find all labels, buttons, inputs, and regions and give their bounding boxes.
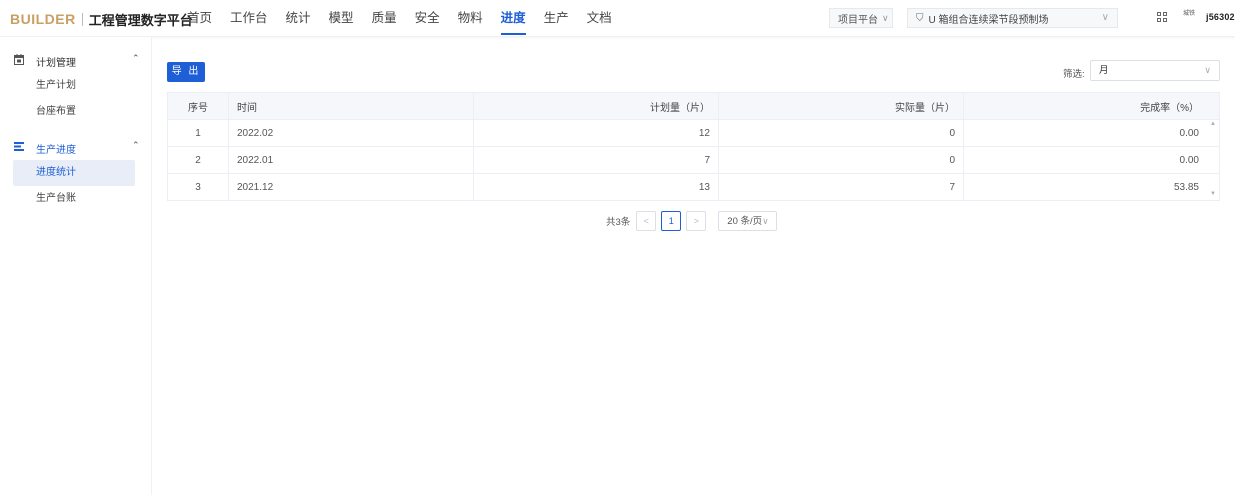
nav-item-home[interactable]: 首页 [178, 0, 221, 37]
page-size-value: 20 条/页 [727, 216, 763, 227]
sidebar: 计划管理 ⌃ 生产计划 台座布置 生产进度 ⌃ 进度统计 生产台账 [0, 37, 152, 495]
main-nav: 首页 工作台 统计 模型 质量 安全 物料 进度 生产 文档 [178, 0, 621, 37]
filter-select-value: 月 [1099, 65, 1109, 76]
column-header-planned[interactable]: 计划量（片） [473, 92, 719, 120]
chevron-down-icon: ∨ [1204, 65, 1211, 75]
project-icon: ⛉ [916, 12, 924, 24]
chevron-up-icon: ⌃ [132, 140, 140, 150]
column-header-index[interactable]: 序号 [167, 92, 229, 120]
project-select-value: U 箱组合连续梁节段预制场 [928, 14, 1049, 26]
filter-label: 筛选: [1063, 69, 1085, 80]
pagination-total: 共3条 [606, 217, 631, 228]
platform-dropdown[interactable]: 项目平台 ∨ [829, 8, 893, 28]
nav-item-quality[interactable]: 质量 [363, 0, 406, 37]
platform-dropdown-label: 项目平台 [838, 14, 878, 26]
sidebar-item-pedestal-layout[interactable]: 台座布置 [13, 99, 135, 125]
table-row[interactable]: 3 2021.12 13 7 53.85 [167, 173, 1220, 201]
cell-planned: 13 [473, 173, 719, 201]
cell-time: 2022.01 [228, 146, 474, 174]
sidebar-item-production-plan[interactable]: 生产计划 [13, 73, 135, 99]
nav-item-safety[interactable]: 安全 [406, 0, 449, 37]
table-header-row: 序号 时间 计划量（片） 实际量（片） 完成率（%） [167, 92, 1220, 120]
chevron-down-icon: ∨ [762, 216, 769, 226]
chevron-down-icon: ∨ [882, 12, 889, 23]
scroll-up-arrow-icon[interactable]: ▲ [1210, 121, 1216, 127]
username[interactable]: j563024627 [1206, 12, 1235, 22]
sidebar-group-plan[interactable]: 计划管理 ⌃ [0, 46, 151, 73]
cell-actual: 7 [718, 173, 964, 201]
cell-index: 2 [167, 146, 229, 174]
cell-index: 3 [167, 173, 229, 201]
cell-planned: 12 [473, 119, 719, 147]
column-header-rate[interactable]: 完成率（%） [963, 92, 1220, 120]
export-button[interactable]: 导 出 [167, 62, 205, 82]
cell-index: 1 [167, 119, 229, 147]
nav-item-workbench[interactable]: 工作台 [221, 0, 277, 37]
prev-page-button[interactable]: < [636, 211, 657, 231]
list-icon [14, 142, 24, 151]
filter-select[interactable]: 月 ∨ [1090, 60, 1220, 81]
nav-item-model[interactable]: 模型 [320, 0, 363, 37]
cell-actual: 0 [718, 146, 964, 174]
progress-table: 序号 时间 计划量（片） 实际量（片） 完成率（%） 1 2022.02 12 … [167, 92, 1220, 201]
brand-logo-text: BUILDER [10, 11, 76, 27]
cell-time: 2022.02 [228, 119, 474, 147]
cell-planned: 7 [473, 146, 719, 174]
app-grid-icon[interactable] [1157, 12, 1168, 23]
top-bar: BUILDER 工程管理数字平台 首页 工作台 统计 模型 质量 安全 物料 进… [0, 0, 1235, 37]
user-org-logo: 城铁 [1181, 10, 1197, 26]
cell-time: 2021.12 [228, 173, 474, 201]
cell-rate: 0.00 [963, 146, 1220, 174]
page-size-select[interactable]: 20 条/页∨ [718, 211, 778, 231]
pagination: 共3条 < 1 > 20 条/页∨ [606, 211, 778, 231]
brand-divider [81, 12, 83, 26]
cell-actual: 0 [718, 119, 964, 147]
table-row[interactable]: 1 2022.02 12 0 0.00 [167, 119, 1220, 147]
calendar-icon [14, 54, 24, 65]
page-number-button[interactable]: 1 [661, 211, 682, 231]
chevron-up-icon: ⌃ [132, 53, 140, 63]
column-header-time[interactable]: 时间 [228, 92, 474, 120]
user-org-logo-text: 城铁 [1182, 11, 1195, 17]
sidebar-group-label: 生产进度 [36, 145, 76, 156]
nav-item-materials[interactable]: 物料 [449, 0, 492, 37]
nav-item-statistics[interactable]: 统计 [277, 0, 320, 37]
column-header-actual[interactable]: 实际量（片） [718, 92, 964, 120]
next-page-button[interactable]: > [686, 211, 707, 231]
sidebar-item-progress-stats[interactable]: 进度统计 [13, 160, 135, 186]
brand[interactable]: BUILDER 工程管理数字平台 [10, 10, 193, 28]
cell-rate: 53.85 [963, 173, 1220, 201]
cell-rate: 0.00 [963, 119, 1220, 147]
table-row[interactable]: 2 2022.01 7 0 0.00 [167, 146, 1220, 174]
nav-item-documents[interactable]: 文档 [578, 0, 621, 37]
chevron-down-icon: ∨ [1101, 12, 1109, 23]
nav-item-production[interactable]: 生产 [535, 0, 578, 37]
sidebar-item-production-ledger[interactable]: 生产台账 [13, 186, 135, 212]
nav-item-progress[interactable]: 进度 [492, 0, 535, 37]
project-select[interactable]: ⛉ U 箱组合连续梁节段预制场 ∨ [907, 8, 1118, 28]
scroll-down-arrow-icon[interactable]: ▼ [1210, 191, 1216, 197]
sidebar-group-label: 计划管理 [36, 58, 76, 69]
sidebar-group-progress[interactable]: 生产进度 ⌃ [0, 133, 151, 160]
